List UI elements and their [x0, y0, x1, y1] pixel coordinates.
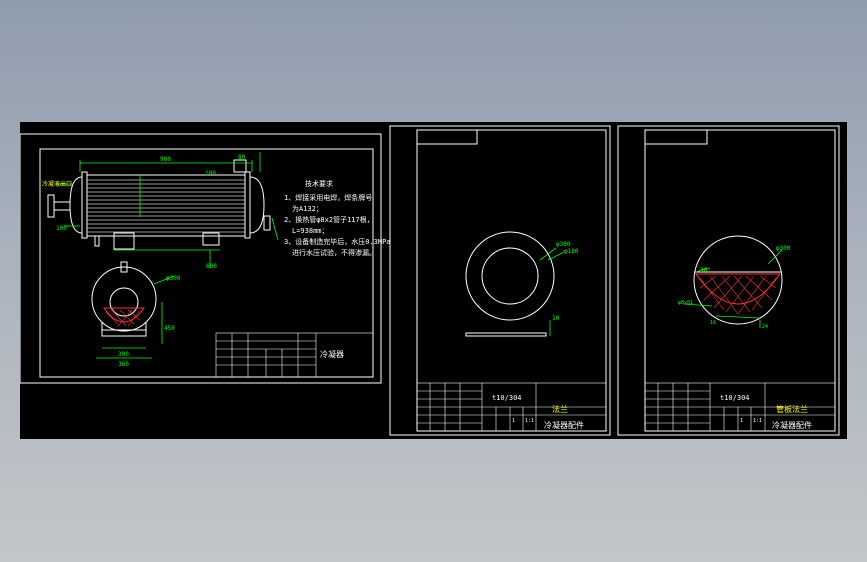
- sheet2-material: t10/304: [492, 394, 522, 402]
- right-head: [249, 176, 265, 234]
- sheet3-outer-border: [617, 125, 840, 436]
- note-line-5: 3、设备制造完毕后，水压0.3MPa: [284, 237, 391, 246]
- sheet2-outer-border: [389, 125, 611, 436]
- section-hatch-region: [103, 307, 145, 323]
- dim-height: 450: [164, 325, 175, 332]
- tube-bundle: [87, 179, 245, 233]
- sheet3-drawing-name: 冷凝器配件: [772, 420, 812, 430]
- sheet2-sheet-no: 1: [512, 418, 515, 424]
- section-shell: [91, 266, 157, 332]
- flange-inner-circle: [481, 247, 539, 305]
- sheet3-inner-border: [644, 129, 836, 432]
- sheet3-scale: 1:1: [753, 418, 762, 424]
- right-saddle-support: [202, 232, 220, 246]
- right-flange: [244, 171, 251, 239]
- left-flange: [81, 171, 88, 239]
- flange-dia-inner: φ180: [564, 248, 579, 255]
- tube-hole-pattern: [699, 275, 777, 315]
- note-line-3: 2、换热管φ8x2管子117根，: [284, 215, 374, 224]
- dim-overall: 980: [160, 156, 171, 163]
- note-line-1: 1、焊接采用电焊，焊条牌号: [284, 193, 372, 202]
- vessel-elevation: [47, 159, 271, 250]
- sheet3-material: t10/304: [720, 394, 750, 402]
- top-nozzle: [233, 159, 247, 173]
- dim-support-right: 100: [205, 170, 216, 177]
- cad-model-space[interactable]: 980 80 100 100 600 冷凝液出口 φ300 450 300 36…: [20, 122, 847, 439]
- tubesheet-outer-circle: [693, 235, 783, 325]
- notes-title: 技术要求: [305, 179, 333, 188]
- sheet1-title-block: [215, 332, 374, 378]
- sheet2-scale: 1:1: [525, 418, 534, 424]
- note-line-6: 进行水压试验，不得渗漏。: [292, 248, 376, 257]
- drain-nozzle: [94, 235, 100, 247]
- section-tube-bundle: [109, 287, 139, 317]
- tubesheet-hole-label: φ8x81: [678, 300, 693, 306]
- sheet1-title: 冷凝器: [320, 349, 344, 359]
- left-nozzle-flange: [47, 194, 55, 218]
- sheet2-part-name: 法兰: [552, 404, 568, 414]
- right-lower-nozzle: [263, 215, 271, 231]
- technical-notes: 技术要求 1、焊接采用电焊，焊条牌号 为A132； 2、换热管φ8x2管子117…: [284, 179, 391, 257]
- flange-dia-outer: φ300: [556, 241, 571, 248]
- dim-support-span: 600: [206, 263, 217, 270]
- note-line-4: L=938mm；: [292, 227, 329, 235]
- sheet-tubesheet: φ300 30° φ8x81 16 24 t10/304 管板法兰 冷凝器配件 …: [617, 125, 840, 436]
- sheet2-inner-border: [416, 129, 607, 432]
- tubesheet-angle: 30°: [700, 267, 711, 274]
- dim-base-width: 300: [118, 351, 129, 358]
- flange-outer-circle: [465, 231, 555, 321]
- cad-drawing[interactable]: 980 80 100 100 600 冷凝液出口 φ300 450 300 36…: [20, 122, 847, 439]
- sheet3-part-name: 管板法兰: [776, 404, 808, 414]
- sheet3-corner-box: [644, 129, 708, 145]
- vessel-section: [91, 261, 157, 337]
- note-line-2: 为A132；: [292, 204, 323, 213]
- dim-base-total: 360: [118, 361, 129, 368]
- tubesheet-dia: φ300: [776, 245, 791, 252]
- sheet2-corner-box: [416, 129, 478, 145]
- flange-side-view: [465, 332, 547, 337]
- dim-flange-left: 100: [56, 225, 67, 232]
- sheet2-drawing-name: 冷凝器配件: [544, 420, 584, 430]
- flange-thickness: 10: [552, 315, 560, 322]
- sheet-flange: φ300 φ180 10 t10/304 法兰 冷凝器配件 1:1 1: [389, 125, 611, 436]
- left-saddle-support: [113, 232, 135, 250]
- tubesheet-dim-small2: 24: [762, 324, 768, 330]
- dim-flange-top: 80: [238, 154, 246, 161]
- sheet-condenser-assembly: 980 80 100 100 600 冷凝液出口 φ300 450 300 36…: [20, 133, 391, 384]
- sheet1-outer-border: [20, 133, 382, 384]
- sheet3-sheet-no: 1: [740, 418, 743, 424]
- tubesheet-dim-small: 16: [710, 320, 716, 326]
- dim-shell-dia: φ300: [166, 275, 181, 282]
- nozzle-label: 冷凝液出口: [42, 180, 72, 188]
